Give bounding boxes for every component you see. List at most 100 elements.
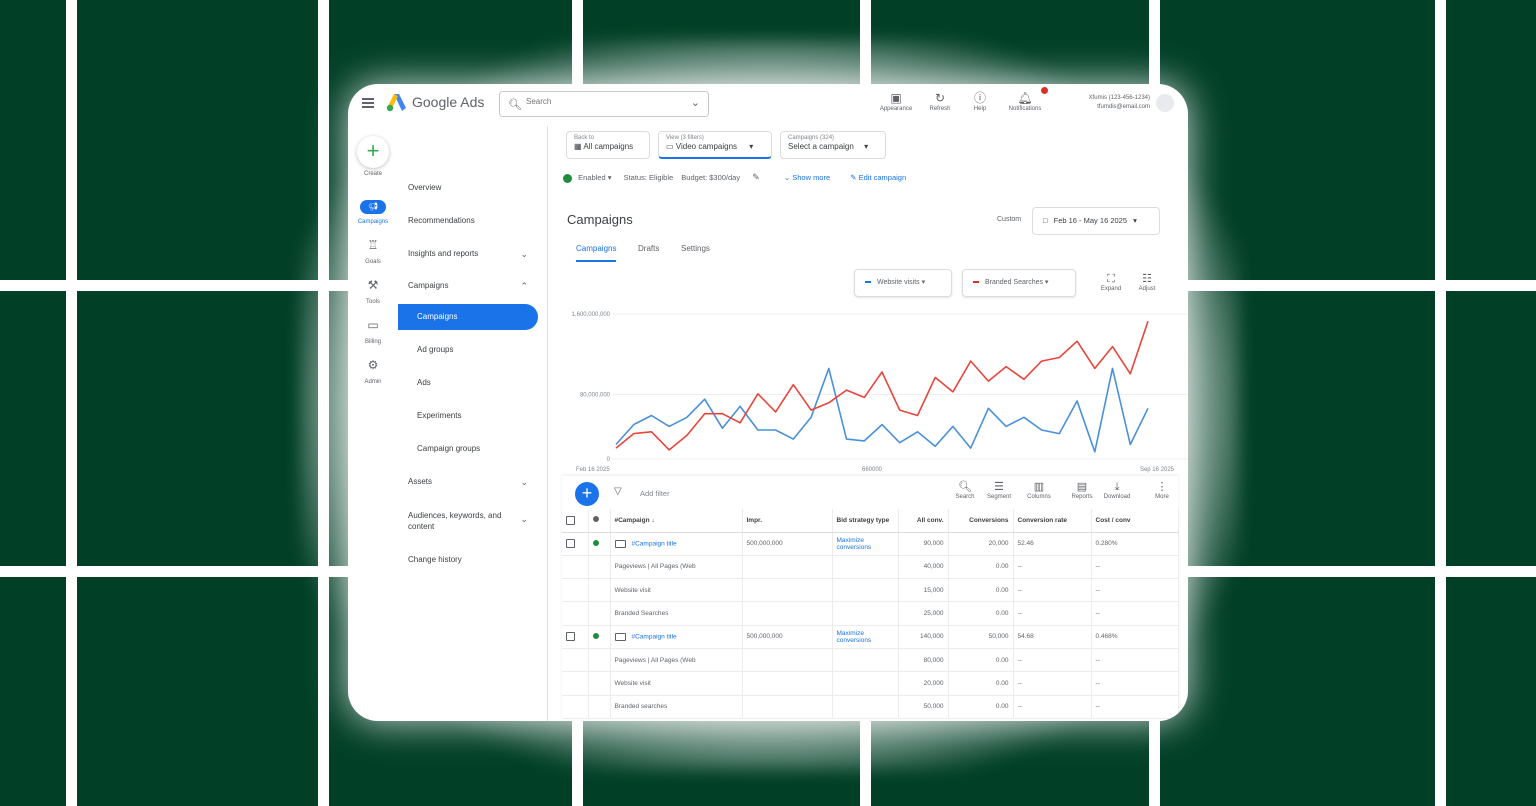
edit-campaign-link[interactable]: ✎ Edit campaign	[850, 173, 906, 182]
y-tick-label: 0	[607, 457, 611, 463]
search-tool-button[interactable]: 🔍︎ Search	[948, 480, 982, 500]
conversion-action-row[interactable]: Branded searches 50,000 0.00 -- --	[562, 695, 1179, 719]
pencil-icon[interactable]: ✎	[752, 172, 760, 182]
columns-tool-button[interactable]: ▥ Columns	[1022, 480, 1056, 500]
conversion-action-row[interactable]: Branded Searches 25,000 0.00 -- --	[562, 601, 1179, 626]
appearance-label: Appearance	[879, 106, 913, 112]
tools-icon[interactable]: ⚒	[348, 278, 398, 292]
segment-tool-button[interactable]: ☰ Segment	[982, 480, 1016, 500]
row-checkbox[interactable]	[562, 625, 589, 649]
nav-sub-campaigns[interactable]: Campaigns	[398, 304, 538, 330]
nav-overview[interactable]: Overview	[408, 183, 538, 192]
bid-strategy-cell[interactable]: Maximize conversions	[832, 625, 899, 649]
add-filter-input[interactable]: Add filter	[640, 489, 670, 498]
conversion-action-row[interactable]: Website visit 15,000 0.00 -- --	[562, 578, 1179, 603]
create-button[interactable]: +	[357, 136, 389, 168]
metric-website-visits[interactable]: Website visits ▾	[854, 269, 952, 297]
tab-settings[interactable]: Settings	[681, 244, 710, 260]
gear-icon[interactable]: ⚙	[348, 358, 398, 372]
show-more-link[interactable]: ⌄ Show more	[784, 173, 830, 182]
trophy-icon[interactable]: ♖	[348, 238, 398, 252]
search-icon: 🔍︎	[508, 99, 522, 111]
campaign-select-chip[interactable]: Campaigns (324) Select a campaign ▾	[780, 131, 886, 159]
help-button[interactable]: ⓘ Help	[962, 90, 998, 112]
column-header-conversions[interactable]: Conversions	[948, 509, 1014, 533]
conversion-action-row[interactable]: Pageviews | All Pages (Web 40,000 0.00 -- --	[562, 555, 1179, 580]
expand-button[interactable]: ⛶ Expand	[1096, 272, 1126, 292]
notifications-button[interactable]: 🔔︎ Notifications	[1002, 87, 1048, 112]
campaign-name-cell[interactable]: #Campaign title	[610, 532, 743, 556]
campaign-row[interactable]: #Campaign title 500,000,000 Maximize conve…	[562, 625, 1179, 649]
bid-strategy-cell	[832, 578, 899, 603]
chevron-down-icon[interactable]: ⌄	[691, 96, 700, 109]
add-button[interactable]: +	[575, 482, 599, 506]
avatar[interactable]	[1156, 94, 1174, 112]
row-checkbox[interactable]	[562, 532, 589, 556]
conversions-cell: 20,000	[948, 532, 1014, 556]
download-tool-button[interactable]: ⤓ Download	[1100, 480, 1134, 500]
help-label: Help	[973, 106, 987, 112]
tab-campaigns[interactable]: Campaigns	[576, 244, 617, 262]
column-header-conv-rate[interactable]: Conversion rate	[1013, 509, 1092, 533]
account-info[interactable]: Xfumis (123-456-1234) tfumdis@email.com	[1048, 94, 1150, 112]
reports-tool-button[interactable]: ▤ Reports	[1065, 480, 1099, 500]
bid-strategy-cell[interactable]: Maximize conversions	[832, 532, 899, 556]
view-filter-chip[interactable]: View (3 filters) ▭ Video campaigns ▾	[658, 131, 772, 159]
bid-strategy-cell	[832, 695, 899, 719]
nav-sub-experiments[interactable]: Experiments	[398, 403, 538, 429]
nav-campaigns[interactable]: Campaigns ⌃	[408, 281, 538, 291]
conversion-action-row[interactable]: Website visit 20,000 0.00 -- --	[562, 671, 1179, 696]
column-header-impr[interactable]: Impr.	[742, 509, 833, 533]
series-line-website-visits	[615, 367, 1149, 453]
conv-rate-cell: --	[1013, 555, 1092, 580]
conv-rate-cell: --	[1013, 671, 1092, 696]
conversion-action-row[interactable]: Pageviews | All Pages (Web 80,000 0.00 -- --	[562, 648, 1179, 673]
column-header-campaign[interactable]: #Campaign ↓	[610, 509, 743, 533]
billing-label: Billing	[364, 339, 381, 345]
date-range-picker[interactable]: □ Feb 16 - May 16 2025 ▾	[1032, 207, 1160, 235]
nav-sub-ad-groups[interactable]: Ad groups	[398, 337, 538, 363]
row-spacer	[588, 695, 611, 719]
table-header-row: #Campaign ↓ Impr. Bid strategy type All …	[562, 509, 1179, 533]
nav-audiences[interactable]: Audiences, keywords, and content ⌄	[408, 510, 528, 532]
search-box[interactable]: 🔍︎ ⌄	[499, 91, 709, 117]
column-header-bid[interactable]: Bid strategy type	[832, 509, 899, 533]
nav-sub-ads[interactable]: Ads	[398, 370, 538, 396]
filter-icon[interactable]: ▽	[614, 486, 622, 497]
bid-strategy-cell	[832, 555, 899, 580]
column-header-cost-conv[interactable]: Cost / conv	[1091, 509, 1179, 533]
y-tick-label: 80,000,000	[580, 393, 611, 399]
cost-conv-cell: --	[1091, 555, 1179, 580]
select-all-checkbox[interactable]	[562, 509, 589, 533]
search-input[interactable]	[526, 97, 676, 106]
back-to-chip[interactable]: Back to ▦ All campaigns	[566, 131, 650, 159]
refresh-button[interactable]: ↻ Refresh	[922, 90, 958, 112]
billing-icon[interactable]: ▭	[348, 318, 398, 332]
campaign-name-cell[interactable]: #Campaign title	[610, 625, 743, 649]
more-tool-button[interactable]: ⋮ More	[1145, 480, 1179, 500]
nav-sub-campaign-groups[interactable]: Campaign groups	[398, 436, 538, 462]
impr-cell	[742, 601, 833, 626]
adjust-button[interactable]: ☷ Adjust	[1132, 272, 1162, 292]
conversion-action-name: Pageviews | All Pages (Web	[610, 648, 743, 673]
menu-icon[interactable]	[362, 98, 374, 108]
appearance-button[interactable]: ▣ Appearance	[874, 90, 918, 112]
campaigns-rail-button[interactable]: 📢︎	[360, 200, 386, 214]
tab-drafts[interactable]: Drafts	[638, 244, 659, 260]
nav-insights[interactable]: Insights and reports ⌄	[408, 249, 538, 259]
metric-branded-searches[interactable]: Branded Searches ▾	[962, 269, 1076, 297]
bid-strategy-cell	[832, 601, 899, 626]
cost-conv-cell: --	[1091, 695, 1179, 719]
video-icon	[614, 539, 626, 548]
nav-recommendations[interactable]: Recommendations	[408, 216, 538, 225]
conversions-cell: 0.00	[948, 695, 1014, 719]
conversion-action-name: Branded searches	[610, 695, 743, 719]
campaigns-rail-label: Campaigns	[357, 219, 389, 225]
column-header-all-conv[interactable]: All conv.	[898, 509, 949, 533]
nav-change-history[interactable]: Change history	[408, 555, 538, 564]
nav-assets[interactable]: Assets ⌄	[408, 477, 538, 487]
enabled-dropdown[interactable]: Enabled ▾	[578, 173, 611, 182]
campaign-row[interactable]: #Campaign title 500,000,000 Maximize conve…	[562, 532, 1179, 556]
conversion-action-name: Pageviews | All Pages (Web	[610, 555, 743, 580]
download-tool-label: Download	[1103, 494, 1131, 500]
